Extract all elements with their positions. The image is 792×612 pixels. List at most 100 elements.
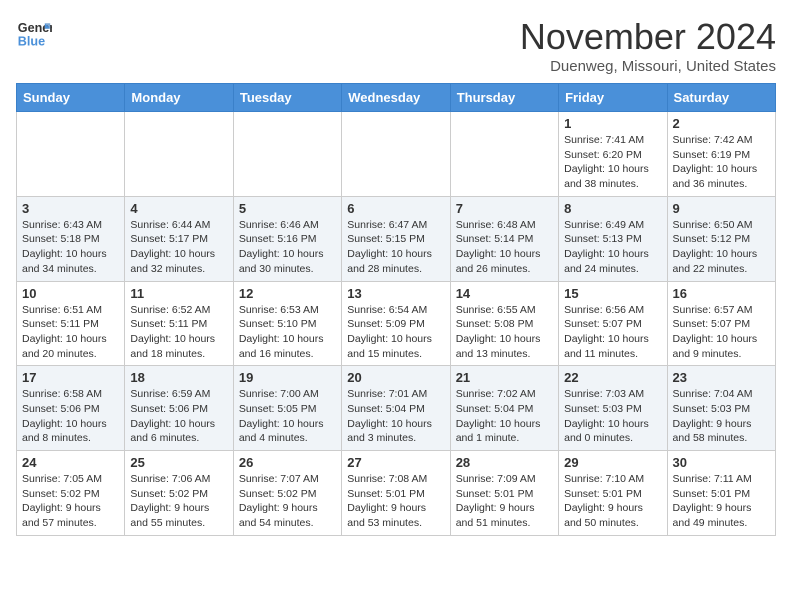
calendar-cell: 17 Sunrise: 6:58 AM Sunset: 5:06 PM Dayli… (17, 366, 125, 451)
day-number: 4 (130, 201, 227, 216)
day-info: Sunrise: 7:02 AM Sunset: 5:04 PM Dayligh… (456, 387, 553, 446)
day-number: 25 (130, 455, 227, 470)
calendar-cell: 16 Sunrise: 6:57 AM Sunset: 5:07 PM Dayli… (667, 281, 775, 366)
weekday-header: Wednesday (342, 84, 450, 112)
day-info: Sunrise: 6:46 AM Sunset: 5:16 PM Dayligh… (239, 218, 336, 277)
day-info: Sunrise: 6:52 AM Sunset: 5:11 PM Dayligh… (130, 303, 227, 362)
calendar-cell: 10Sunrise: 6:51 AM Sunset: 5:11 PM Dayli… (17, 281, 125, 366)
day-number: 19 (239, 370, 336, 385)
day-info: Sunrise: 7:00 AM Sunset: 5:05 PM Dayligh… (239, 387, 336, 446)
day-info: Sunrise: 6:59 AM Sunset: 5:06 PM Dayligh… (130, 387, 227, 446)
day-info: Sunrise: 7:42 AM Sunset: 6:19 PM Dayligh… (673, 133, 770, 192)
day-number: 30 (673, 455, 770, 470)
day-number: 6 (347, 201, 444, 216)
calendar-cell: 6 Sunrise: 6:47 AM Sunset: 5:15 PM Daylig… (342, 196, 450, 281)
day-number: 16 (673, 286, 770, 301)
page-header: General Blue November 2024 Duenweg, Miss… (16, 16, 776, 75)
month-title: November 2024 (520, 16, 776, 58)
title-area: November 2024 Duenweg, Missouri, United … (520, 16, 776, 75)
calendar-cell: 11 Sunrise: 6:52 AM Sunset: 5:11 PM Dayli… (125, 281, 233, 366)
svg-text:Blue: Blue (18, 35, 45, 49)
day-number: 11 (130, 286, 227, 301)
day-info: Sunrise: 7:41 AM Sunset: 6:20 PM Dayligh… (564, 133, 661, 192)
weekday-header: Friday (559, 84, 667, 112)
calendar-cell: 9Sunrise: 6:50 AM Sunset: 5:12 PM Daylig… (667, 196, 775, 281)
calendar-cell: 7 Sunrise: 6:48 AM Sunset: 5:14 PM Daylig… (450, 196, 558, 281)
day-info: Sunrise: 6:49 AM Sunset: 5:13 PM Dayligh… (564, 218, 661, 277)
weekday-header: Saturday (667, 84, 775, 112)
day-number: 10 (22, 286, 119, 301)
calendar-cell: 2Sunrise: 7:42 AM Sunset: 6:19 PM Daylig… (667, 112, 775, 197)
weekday-header: Monday (125, 84, 233, 112)
day-number: 23 (673, 370, 770, 385)
day-info: Sunrise: 7:03 AM Sunset: 5:03 PM Dayligh… (564, 387, 661, 446)
day-number: 1 (564, 116, 661, 131)
day-info: Sunrise: 7:04 AM Sunset: 5:03 PM Dayligh… (673, 387, 770, 446)
day-info: Sunrise: 6:43 AM Sunset: 5:18 PM Dayligh… (22, 218, 119, 277)
day-info: Sunrise: 7:01 AM Sunset: 5:04 PM Dayligh… (347, 387, 444, 446)
day-info: Sunrise: 6:47 AM Sunset: 5:15 PM Dayligh… (347, 218, 444, 277)
day-number: 3 (22, 201, 119, 216)
calendar-cell: 19 Sunrise: 7:00 AM Sunset: 5:05 PM Dayli… (233, 366, 341, 451)
calendar-cell: 27Sunrise: 7:08 AM Sunset: 5:01 PM Dayli… (342, 451, 450, 536)
calendar-week-row: 3 Sunrise: 6:43 AM Sunset: 5:18 PM Daylig… (17, 196, 776, 281)
day-info: Sunrise: 6:56 AM Sunset: 5:07 PM Dayligh… (564, 303, 661, 362)
calendar-cell (125, 112, 233, 197)
day-info: Sunrise: 6:50 AM Sunset: 5:12 PM Dayligh… (673, 218, 770, 277)
day-info: Sunrise: 7:09 AM Sunset: 5:01 PM Dayligh… (456, 472, 553, 531)
calendar-cell: 23 Sunrise: 7:04 AM Sunset: 5:03 PM Dayli… (667, 366, 775, 451)
calendar-cell (17, 112, 125, 197)
day-info: Sunrise: 7:11 AM Sunset: 5:01 PM Dayligh… (673, 472, 770, 531)
day-number: 26 (239, 455, 336, 470)
day-info: Sunrise: 7:07 AM Sunset: 5:02 PM Dayligh… (239, 472, 336, 531)
calendar-cell: 25Sunrise: 7:06 AM Sunset: 5:02 PM Dayli… (125, 451, 233, 536)
weekday-header-row: SundayMondayTuesdayWednesdayThursdayFrid… (17, 84, 776, 112)
day-info: Sunrise: 6:57 AM Sunset: 5:07 PM Dayligh… (673, 303, 770, 362)
day-number: 17 (22, 370, 119, 385)
calendar-cell: 12 Sunrise: 6:53 AM Sunset: 5:10 PM Dayli… (233, 281, 341, 366)
calendar-cell: 28 Sunrise: 7:09 AM Sunset: 5:01 PM Dayli… (450, 451, 558, 536)
day-number: 12 (239, 286, 336, 301)
day-number: 15 (564, 286, 661, 301)
logo: General Blue (16, 16, 52, 52)
day-info: Sunrise: 6:58 AM Sunset: 5:06 PM Dayligh… (22, 387, 119, 446)
calendar-cell: 3 Sunrise: 6:43 AM Sunset: 5:18 PM Daylig… (17, 196, 125, 281)
day-info: Sunrise: 6:53 AM Sunset: 5:10 PM Dayligh… (239, 303, 336, 362)
calendar-cell: 21 Sunrise: 7:02 AM Sunset: 5:04 PM Dayli… (450, 366, 558, 451)
calendar-cell: 5Sunrise: 6:46 AM Sunset: 5:16 PM Daylig… (233, 196, 341, 281)
day-number: 21 (456, 370, 553, 385)
day-info: Sunrise: 6:44 AM Sunset: 5:17 PM Dayligh… (130, 218, 227, 277)
day-number: 22 (564, 370, 661, 385)
calendar-cell: 29 Sunrise: 7:10 AM Sunset: 5:01 PM Dayli… (559, 451, 667, 536)
calendar-cell: 22 Sunrise: 7:03 AM Sunset: 5:03 PM Dayli… (559, 366, 667, 451)
day-info: Sunrise: 6:48 AM Sunset: 5:14 PM Dayligh… (456, 218, 553, 277)
day-number: 18 (130, 370, 227, 385)
day-number: 14 (456, 286, 553, 301)
calendar-cell: 18 Sunrise: 6:59 AM Sunset: 5:06 PM Dayli… (125, 366, 233, 451)
location-title: Duenweg, Missouri, United States (520, 58, 776, 75)
day-number: 20 (347, 370, 444, 385)
day-number: 24 (22, 455, 119, 470)
calendar-cell: 30 Sunrise: 7:11 AM Sunset: 5:01 PM Dayli… (667, 451, 775, 536)
calendar-week-row: 1 Sunrise: 7:41 AM Sunset: 6:20 PM Daylig… (17, 112, 776, 197)
calendar-cell (450, 112, 558, 197)
calendar-table: SundayMondayTuesdayWednesdayThursdayFrid… (16, 83, 776, 536)
calendar-cell: 14 Sunrise: 6:55 AM Sunset: 5:08 PM Dayli… (450, 281, 558, 366)
weekday-header: Sunday (17, 84, 125, 112)
calendar-cell: 24Sunrise: 7:05 AM Sunset: 5:02 PM Dayli… (17, 451, 125, 536)
day-info: Sunrise: 7:10 AM Sunset: 5:01 PM Dayligh… (564, 472, 661, 531)
day-info: Sunrise: 6:54 AM Sunset: 5:09 PM Dayligh… (347, 303, 444, 362)
weekday-header: Thursday (450, 84, 558, 112)
day-number: 13 (347, 286, 444, 301)
day-number: 7 (456, 201, 553, 216)
day-info: Sunrise: 6:55 AM Sunset: 5:08 PM Dayligh… (456, 303, 553, 362)
calendar-cell: 26 Sunrise: 7:07 AM Sunset: 5:02 PM Dayli… (233, 451, 341, 536)
day-number: 28 (456, 455, 553, 470)
calendar-cell: 1 Sunrise: 7:41 AM Sunset: 6:20 PM Daylig… (559, 112, 667, 197)
day-number: 29 (564, 455, 661, 470)
weekday-header: Tuesday (233, 84, 341, 112)
day-info: Sunrise: 7:08 AM Sunset: 5:01 PM Dayligh… (347, 472, 444, 531)
calendar-cell: 8Sunrise: 6:49 AM Sunset: 5:13 PM Daylig… (559, 196, 667, 281)
calendar-week-row: 17 Sunrise: 6:58 AM Sunset: 5:06 PM Dayli… (17, 366, 776, 451)
calendar-cell: 15 Sunrise: 6:56 AM Sunset: 5:07 PM Dayli… (559, 281, 667, 366)
